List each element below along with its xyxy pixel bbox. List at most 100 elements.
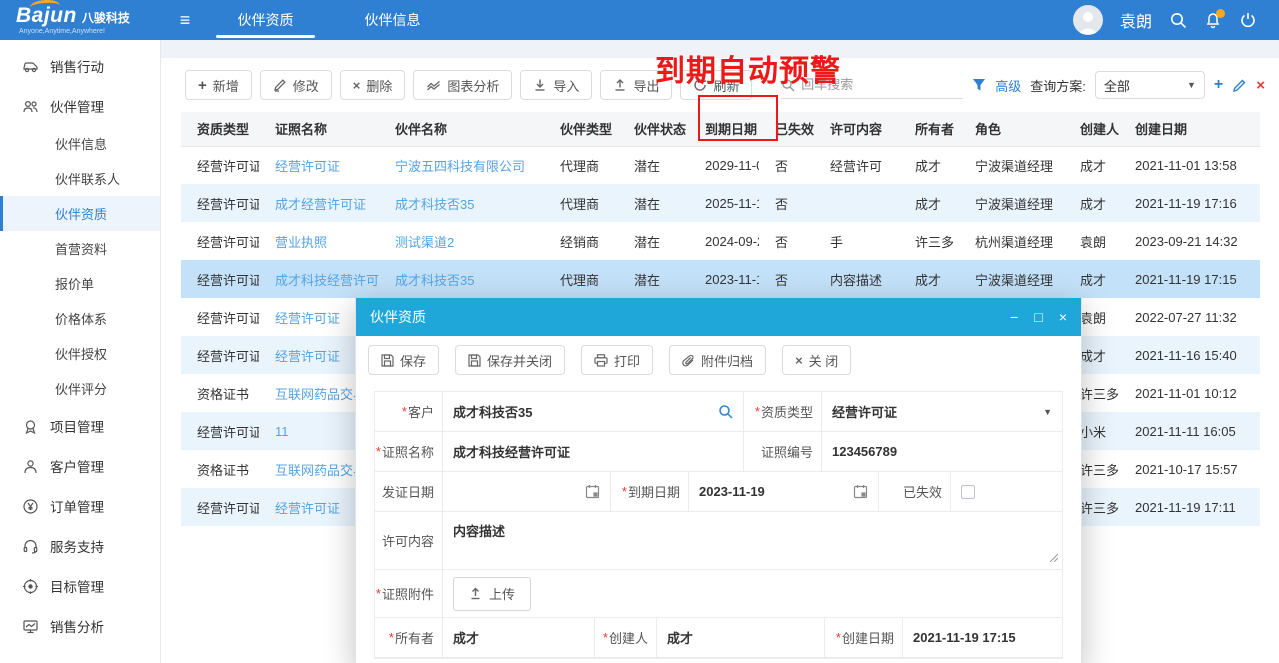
app-logo: Bajun 八骏科技 Anyone,Anytime,Anywhere! [0,5,168,35]
table-cell: 2021-11-01 13:58 [1119,146,1260,184]
qual-type-select[interactable]: 经营许可证 ▼ [822,392,1062,431]
table-cell[interactable]: 成才科技经营许可证 [259,260,379,298]
sidebar-item-first-camp-data[interactable]: 首营资料 [0,231,160,266]
column-header[interactable]: 所有者 [899,112,959,146]
lookup-search-icon[interactable] [718,404,733,419]
table-cell[interactable]: 测试渠道2 [379,222,544,260]
creator-label: *创建人 [595,618,657,657]
import-button[interactable]: 导入 [520,70,592,100]
owner-field[interactable]: 成才 [443,618,595,657]
modal-toolbar: 保存 保存并关闭 打印 附件归档 ×关 闭 [356,336,1081,383]
customer-field[interactable]: 成才科技否35 [443,392,744,431]
table-cell[interactable]: 营业执照 [259,222,379,260]
sidebar-item-service-support[interactable]: 服务支持 [0,526,160,566]
column-header[interactable]: 创建人 [1064,112,1119,146]
column-header[interactable]: 伙伴类型 [544,112,618,146]
add-plan-button[interactable]: + [1214,77,1223,93]
sidebar-item-customer-management[interactable]: 客户管理 [0,446,160,486]
column-header[interactable]: 伙伴状态 [618,112,689,146]
table-row[interactable]: 经营许可证成才经营许可证成才科技否35代理商潜在2025-11-19否成才宁波渠… [181,184,1260,222]
column-header[interactable]: 创建日期 [1119,112,1260,146]
sidebar-item-project-management[interactable]: 项目管理 [0,406,160,446]
resize-handle[interactable] [1048,550,1058,565]
table-row[interactable]: 经营许可证营业执照测试渠道2经销商潜在2024-09-21否手许三多杭州渠道经理… [181,222,1260,260]
sidebar-item-target-management[interactable]: 目标管理 [0,566,160,606]
sidebar-item-partner-info[interactable]: 伙伴信息 [0,126,160,161]
edit-button[interactable]: 修改 [260,70,332,100]
column-header[interactable]: 证照名称 [259,112,379,146]
edit-plan-button[interactable] [1232,78,1247,93]
delete-button[interactable]: ×删除 [340,70,406,100]
order-yuan-icon [22,498,39,515]
table-cell[interactable]: 经营许可证 [259,146,379,184]
content-textarea[interactable]: 内容描述 [443,512,1062,569]
table-cell: 经营许可证 [181,222,259,260]
partner-qualification-modal: 伙伴资质 − □ × 保存 保存并关闭 打印 附件归档 ×关 闭 *客户 [355,298,1082,663]
calendar-icon[interactable] [585,484,600,499]
attachment-archive-button[interactable]: 附件归档 [669,345,766,375]
search-icon[interactable] [1169,11,1187,29]
brand-tagline: Anyone,Anytime,Anywhere! [19,28,168,35]
filter-funnel-icon[interactable] [972,78,986,92]
print-button[interactable]: 打印 [581,345,653,375]
sidebar-item-partner-score[interactable]: 伙伴评分 [0,371,160,406]
sidebar-item-price-system[interactable]: 价格体系 [0,301,160,336]
notification-bell-icon[interactable] [1204,11,1222,29]
save-button[interactable]: 保存 [368,345,439,375]
column-header[interactable]: 已失效 [759,112,814,146]
cert-no-field[interactable]: 123456789 [822,432,1062,471]
issue-date-field[interactable] [443,472,611,511]
calendar-icon[interactable] [853,484,868,499]
cert-name-field[interactable]: 成才科技经营许可证 [443,432,744,471]
column-header[interactable]: 资质类型 [181,112,259,146]
import-icon [533,78,547,92]
close-icon[interactable]: × [1059,310,1067,324]
chart-analysis-button[interactable]: 图表分析 [413,70,512,100]
headset-icon [22,538,39,555]
table-cell: 2023-09-21 14:32 [1119,222,1260,260]
modal-form: *客户 成才科技否35 *资质类型 经营许可证 ▼ *证照名称 成才科技经营许可… [374,391,1063,659]
column-header[interactable]: 伙伴名称 [379,112,544,146]
table-cell: 潜在 [618,146,689,184]
sidebar-item-partner-management[interactable]: 伙伴管理 [0,86,160,126]
table-cell[interactable]: 成才经营许可证 [259,184,379,222]
user-name[interactable]: 袁朗 [1120,8,1152,32]
maximize-icon[interactable]: □ [1034,310,1042,324]
invalid-checkbox[interactable] [961,485,975,499]
sidebar-item-partner-qualification[interactable]: 伙伴资质 [0,196,160,231]
save-and-close-button[interactable]: 保存并关闭 [455,345,565,375]
close-button[interactable]: ×关 闭 [782,345,851,375]
sidebar-item-partner-contacts[interactable]: 伙伴联系人 [0,161,160,196]
creator-field[interactable]: 成才 [657,618,825,657]
menu-toggle-icon[interactable]: ≡ [168,10,202,31]
issue-date-label: 发证日期 [375,472,443,511]
sidebar-item-order-management[interactable]: 订单管理 [0,486,160,526]
invalid-field [951,472,1062,511]
minimize-icon[interactable]: − [1010,310,1018,324]
sidebar-item-quotation[interactable]: 报价单 [0,266,160,301]
upload-button[interactable]: 上传 [453,577,531,611]
brand-name: Bajun [16,5,77,26]
table-cell: 杭州渠道经理 [959,222,1064,260]
sidebar-item-sales-action[interactable]: 销售行动 [0,46,160,86]
table-cell[interactable]: 成才科技否35 [379,260,544,298]
add-button[interactable]: +新增 [185,70,252,100]
column-header[interactable]: 许可内容 [814,112,899,146]
column-header[interactable]: 角色 [959,112,1064,146]
tab-partner-info[interactable]: 伙伴信息 [329,0,456,40]
table-row[interactable]: 经营许可证经营许可证宁波五四科技有限公司代理商潜在2029-11-01否经营许可… [181,146,1260,184]
expire-date-field[interactable]: 2023-11-19 [689,472,879,511]
table-row[interactable]: 经营许可证成才科技经营许可证成才科技否35代理商潜在2023-11-19否内容描… [181,260,1260,298]
column-header[interactable]: 到期日期↓ [689,112,759,146]
query-plan-select[interactable]: 全部 ▼ [1095,71,1205,99]
power-icon[interactable] [1239,11,1257,29]
analysis-chart-icon [22,618,39,635]
advanced-search-link[interactable]: 高级 [995,76,1021,95]
sidebar-item-sales-analysis[interactable]: 销售分析 [0,606,160,646]
table-cell[interactable]: 宁波五四科技有限公司 [379,146,544,184]
delete-plan-button[interactable]: × [1256,78,1265,93]
table-cell[interactable]: 成才科技否35 [379,184,544,222]
avatar[interactable] [1073,5,1103,35]
sidebar-item-partner-authorization[interactable]: 伙伴授权 [0,336,160,371]
tab-partner-qualification[interactable]: 伙伴资质 [202,0,329,40]
